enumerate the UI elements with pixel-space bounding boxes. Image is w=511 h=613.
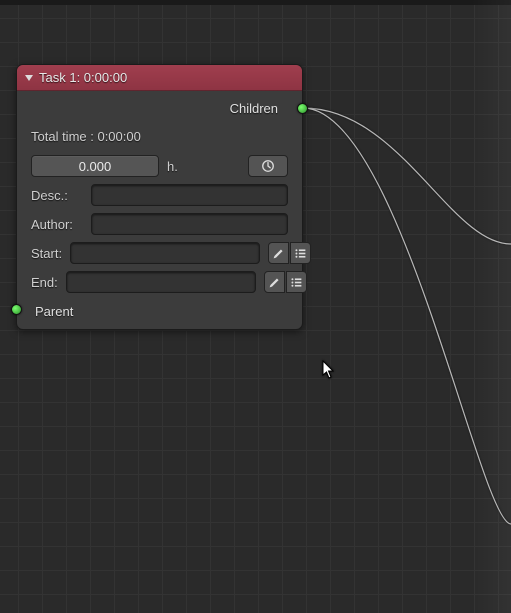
list-icon <box>290 276 303 289</box>
pencil-icon <box>272 247 285 260</box>
output-socket-label: Children <box>31 101 288 116</box>
start-input[interactable] <box>70 242 260 264</box>
total-time-label: Total time : 0:00:00 <box>31 129 288 144</box>
input-socket-label: Parent <box>31 304 288 319</box>
end-list-button[interactable] <box>286 271 307 293</box>
end-buttons <box>264 271 307 293</box>
hours-value-field[interactable]: 0.000 <box>31 155 159 177</box>
task-node[interactable]: Task 1: 0:00:00 Children Total time : 0:… <box>16 64 303 330</box>
node-header[interactable]: Task 1: 0:00:00 <box>17 65 302 91</box>
desc-input[interactable] <box>91 184 288 206</box>
node-body: Children Total time : 0:00:00 0.000 h. D… <box>17 91 302 329</box>
clock-icon <box>261 159 275 173</box>
end-edit-button[interactable] <box>264 271 285 293</box>
end-label: End: <box>31 275 58 290</box>
collapse-triangle-icon[interactable] <box>25 75 33 81</box>
hours-row: 0.000 h. <box>31 155 288 177</box>
editor-top-edge <box>0 0 511 5</box>
viewport-right-glow <box>471 0 511 613</box>
start-edit-button[interactable] <box>268 242 289 264</box>
desc-label: Desc.: <box>31 188 83 203</box>
end-row: End: <box>31 271 288 293</box>
start-list-button[interactable] <box>290 242 311 264</box>
author-row: Author: <box>31 213 288 235</box>
list-icon <box>294 247 307 260</box>
start-buttons <box>268 242 311 264</box>
author-input[interactable] <box>91 213 288 235</box>
end-input[interactable] <box>66 271 256 293</box>
clock-button[interactable] <box>248 155 288 177</box>
node-title: Task 1: 0:00:00 <box>39 70 127 85</box>
pencil-icon <box>268 276 281 289</box>
author-label: Author: <box>31 217 83 232</box>
desc-row: Desc.: <box>31 184 288 206</box>
start-row: Start: <box>31 242 288 264</box>
hours-unit-label: h. <box>167 159 187 174</box>
start-label: Start: <box>31 246 62 261</box>
